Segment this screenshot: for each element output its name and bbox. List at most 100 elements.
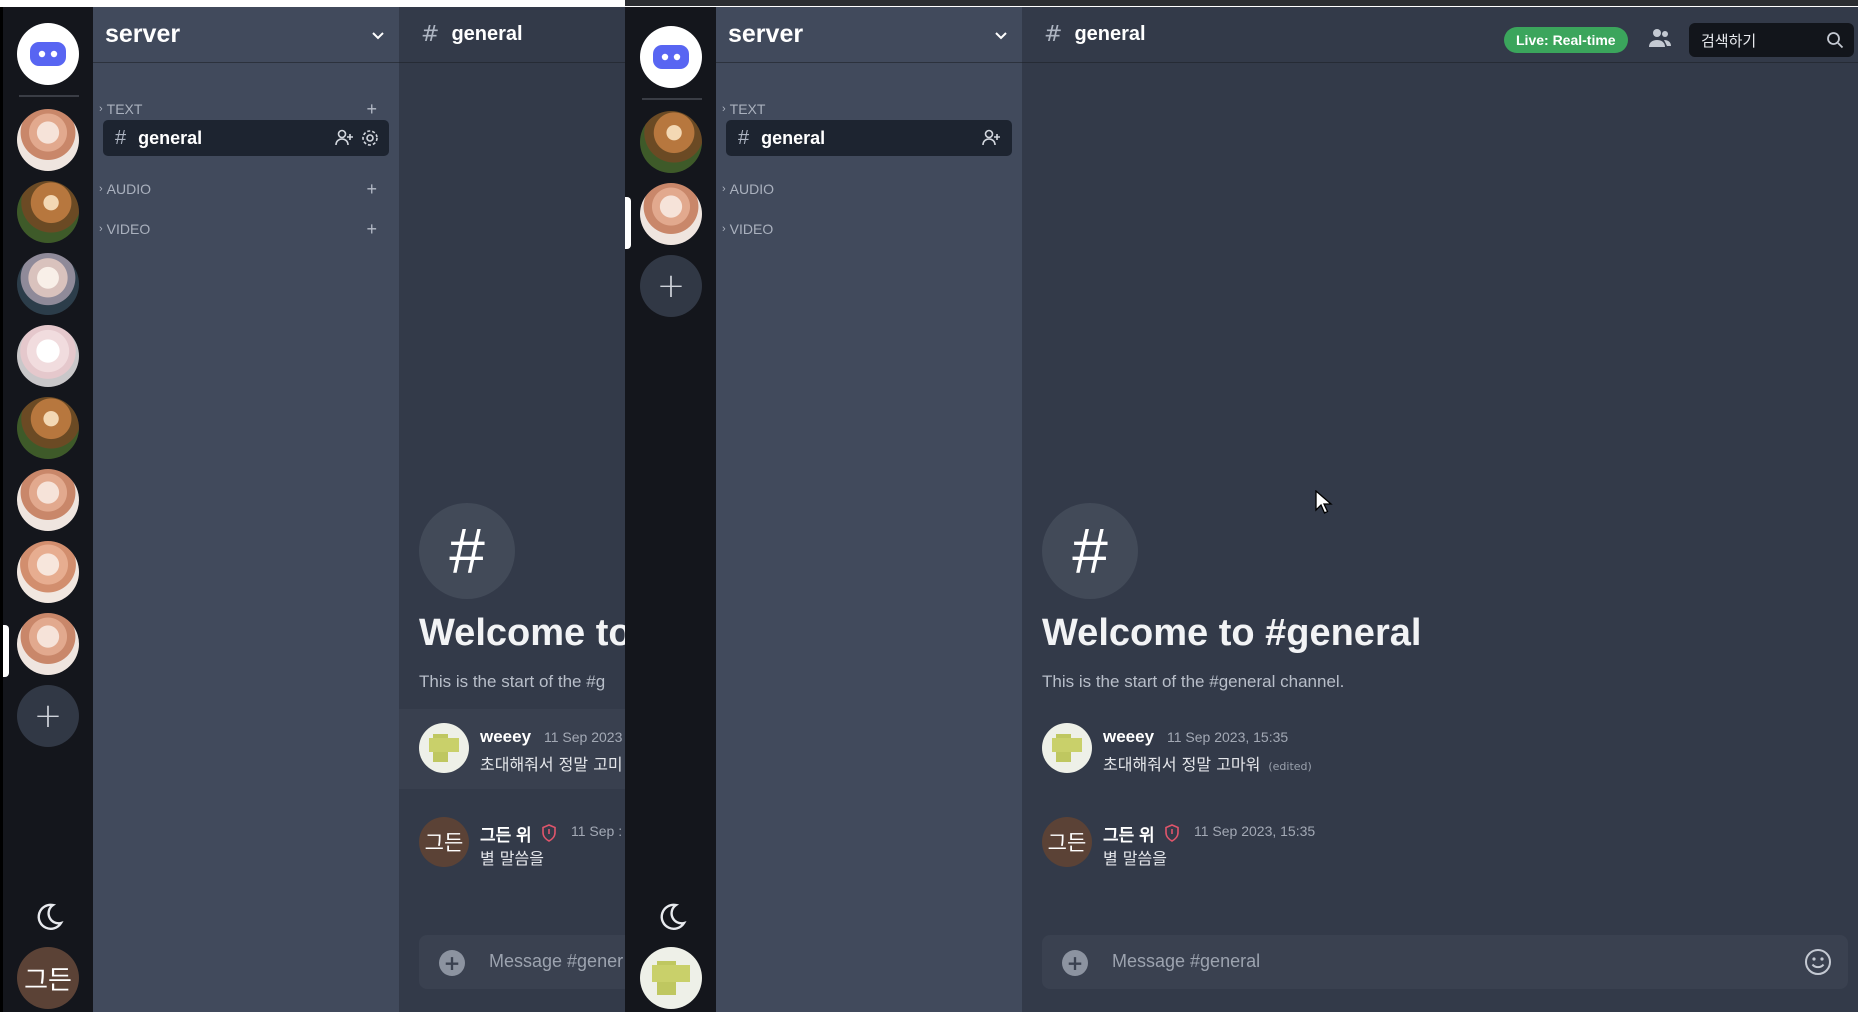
welcome-title: Welcome to — [419, 612, 625, 654]
user-avatar[interactable]: 그든 — [17, 947, 79, 1009]
message-composer[interactable]: + Message #gener — [419, 935, 625, 989]
server-header[interactable]: server — [716, 7, 1022, 63]
message-content: 초대해줘서 정말 고마워 (edited) — [1103, 751, 1312, 775]
server-icon[interactable] — [17, 253, 79, 315]
message-item[interactable]: weeey 11 Sep 2023, 15:35 초대해줘서 정말 고마워 (ed… — [1022, 709, 1858, 789]
message-text: 별 말씀을 — [480, 849, 544, 868]
server-header[interactable]: server — [93, 7, 399, 63]
chevron-right-icon: › — [99, 223, 103, 235]
message-avatar[interactable] — [1042, 723, 1092, 773]
chat-area: # general # Welcome to This is the start… — [399, 7, 625, 1012]
message-text: 초대해줘서 정말 고마워 — [1103, 755, 1261, 774]
server-icon[interactable] — [17, 325, 79, 387]
server-icon[interactable] — [17, 469, 79, 531]
chevron-down-icon[interactable] — [369, 26, 387, 44]
channel-title: general — [451, 23, 523, 45]
add-channel-icon[interactable]: + — [366, 179, 377, 200]
search-input[interactable]: 검색하기 — [1701, 30, 1756, 51]
message-timestamp: 11 Sep 2023 — [544, 729, 623, 745]
message-author[interactable]: 그든 위 — [1103, 821, 1155, 846]
moon-icon[interactable] — [656, 900, 688, 932]
server-icon-selected[interactable] — [640, 183, 702, 245]
message-composer[interactable]: + Message #general — [1042, 935, 1848, 989]
message-timestamp: 11 Sep : — [571, 823, 623, 839]
left-app-window: + 그든 server › TEXT + # general › AUDIO + › VI… — [0, 0, 625, 1012]
server-icon-selected[interactable] — [17, 613, 79, 675]
category-video[interactable]: › VIDEO + — [99, 217, 399, 241]
server-name: server — [728, 20, 804, 48]
server-name: server — [105, 20, 181, 48]
channel-item-general[interactable]: # general — [726, 120, 1012, 156]
live-status-badge: Live: Real-time — [1504, 27, 1628, 53]
server-icon[interactable] — [17, 397, 79, 459]
server-icon[interactable] — [17, 109, 79, 171]
moon-icon[interactable] — [33, 900, 65, 932]
channel-item-general[interactable]: # general — [103, 120, 389, 156]
shield-icon — [542, 824, 556, 842]
channel-sidebar: server › TEXT # general › AUDIO › VIDEO — [716, 7, 1022, 1012]
message-text: 초대해줘서 정말 고미 — [480, 755, 623, 774]
add-server-button[interactable]: + — [640, 255, 702, 317]
message-avatar[interactable]: 그든 — [419, 817, 469, 867]
category-label: AUDIO — [106, 181, 152, 197]
emoji-icon[interactable] — [1804, 948, 1832, 976]
server-rail: + — [625, 7, 718, 1012]
user-avatar[interactable] — [640, 947, 702, 1009]
message-author[interactable]: 그든 위 — [480, 821, 532, 846]
gear-icon[interactable] — [361, 129, 379, 147]
window-frame — [0, 0, 625, 7]
shield-icon — [1165, 824, 1179, 842]
add-user-icon[interactable] — [982, 129, 1002, 147]
channel-title: general — [1074, 23, 1146, 45]
message-input[interactable]: Message #gener — [489, 951, 623, 972]
welcome-title: Welcome to #general — [1042, 612, 1422, 654]
category-audio[interactable]: › AUDIO — [722, 177, 1022, 201]
hash-icon: # — [1044, 22, 1063, 47]
chevron-right-icon: › — [722, 183, 726, 195]
right-app-window: + server › TEXT # general › AUDIO › VIDEO #… — [625, 0, 1858, 1012]
message-input[interactable]: Message #general — [1112, 951, 1260, 972]
message-avatar[interactable] — [419, 723, 469, 773]
category-label: TEXT — [106, 101, 143, 117]
add-server-button[interactable]: + — [17, 685, 79, 747]
edited-tag: (edited) — [1268, 760, 1312, 773]
add-channel-icon[interactable]: + — [366, 219, 377, 240]
message-author[interactable]: weeey — [480, 727, 531, 747]
server-icon[interactable] — [640, 111, 702, 173]
message-author[interactable]: weeey — [1103, 727, 1154, 747]
members-icon[interactable] — [1648, 27, 1672, 49]
category-label: VIDEO — [106, 221, 151, 237]
message-item[interactable]: 그든 그든 위 11 Sep 2023, 15:35 별 말씀을 — [1022, 803, 1858, 883]
server-icon[interactable] — [17, 181, 79, 243]
message-avatar[interactable]: 그든 — [1042, 817, 1092, 867]
category-label: AUDIO — [729, 181, 775, 197]
add-channel-icon[interactable]: + — [366, 99, 377, 120]
search-icon[interactable] — [1826, 31, 1844, 49]
message-item[interactable]: weeey 11 Sep 2023 초대해줘서 정말 고미 — [399, 709, 625, 789]
attach-plus-icon[interactable]: + — [1062, 950, 1088, 976]
category-label: TEXT — [729, 101, 766, 117]
home-button[interactable] — [640, 26, 702, 88]
home-button[interactable] — [17, 23, 79, 85]
category-video[interactable]: › VIDEO — [722, 217, 1022, 241]
message-item[interactable]: 그든 그든 위 11 Sep : 별 말씀을 — [399, 803, 625, 883]
chat-area: # general Live: Real-time 검색하기 # Welcome… — [1022, 7, 1858, 1012]
search-bar[interactable]: 검색하기 — [1689, 23, 1854, 57]
welcome-subtitle: This is the start of the #general channe… — [1042, 672, 1345, 691]
chevron-down-icon[interactable] — [992, 26, 1010, 44]
mouse-cursor-icon — [1315, 490, 1333, 514]
chevron-right-icon: › — [99, 183, 103, 195]
attach-plus-icon[interactable]: + — [439, 950, 465, 976]
plus-icon: + — [656, 266, 686, 306]
category-text[interactable]: › TEXT + — [99, 97, 399, 121]
server-icon[interactable] — [17, 541, 79, 603]
category-text[interactable]: › TEXT — [722, 97, 1022, 121]
welcome-hash-icon: # — [1042, 503, 1138, 599]
welcome-hash-icon: # — [419, 503, 515, 599]
selected-server-indicator — [3, 625, 9, 677]
channel-label: general — [761, 127, 826, 148]
category-audio[interactable]: › AUDIO + — [99, 177, 399, 201]
add-user-icon[interactable] — [335, 129, 355, 147]
message-text: 별 말씀을 — [1103, 849, 1167, 868]
chevron-right-icon: › — [99, 103, 103, 115]
